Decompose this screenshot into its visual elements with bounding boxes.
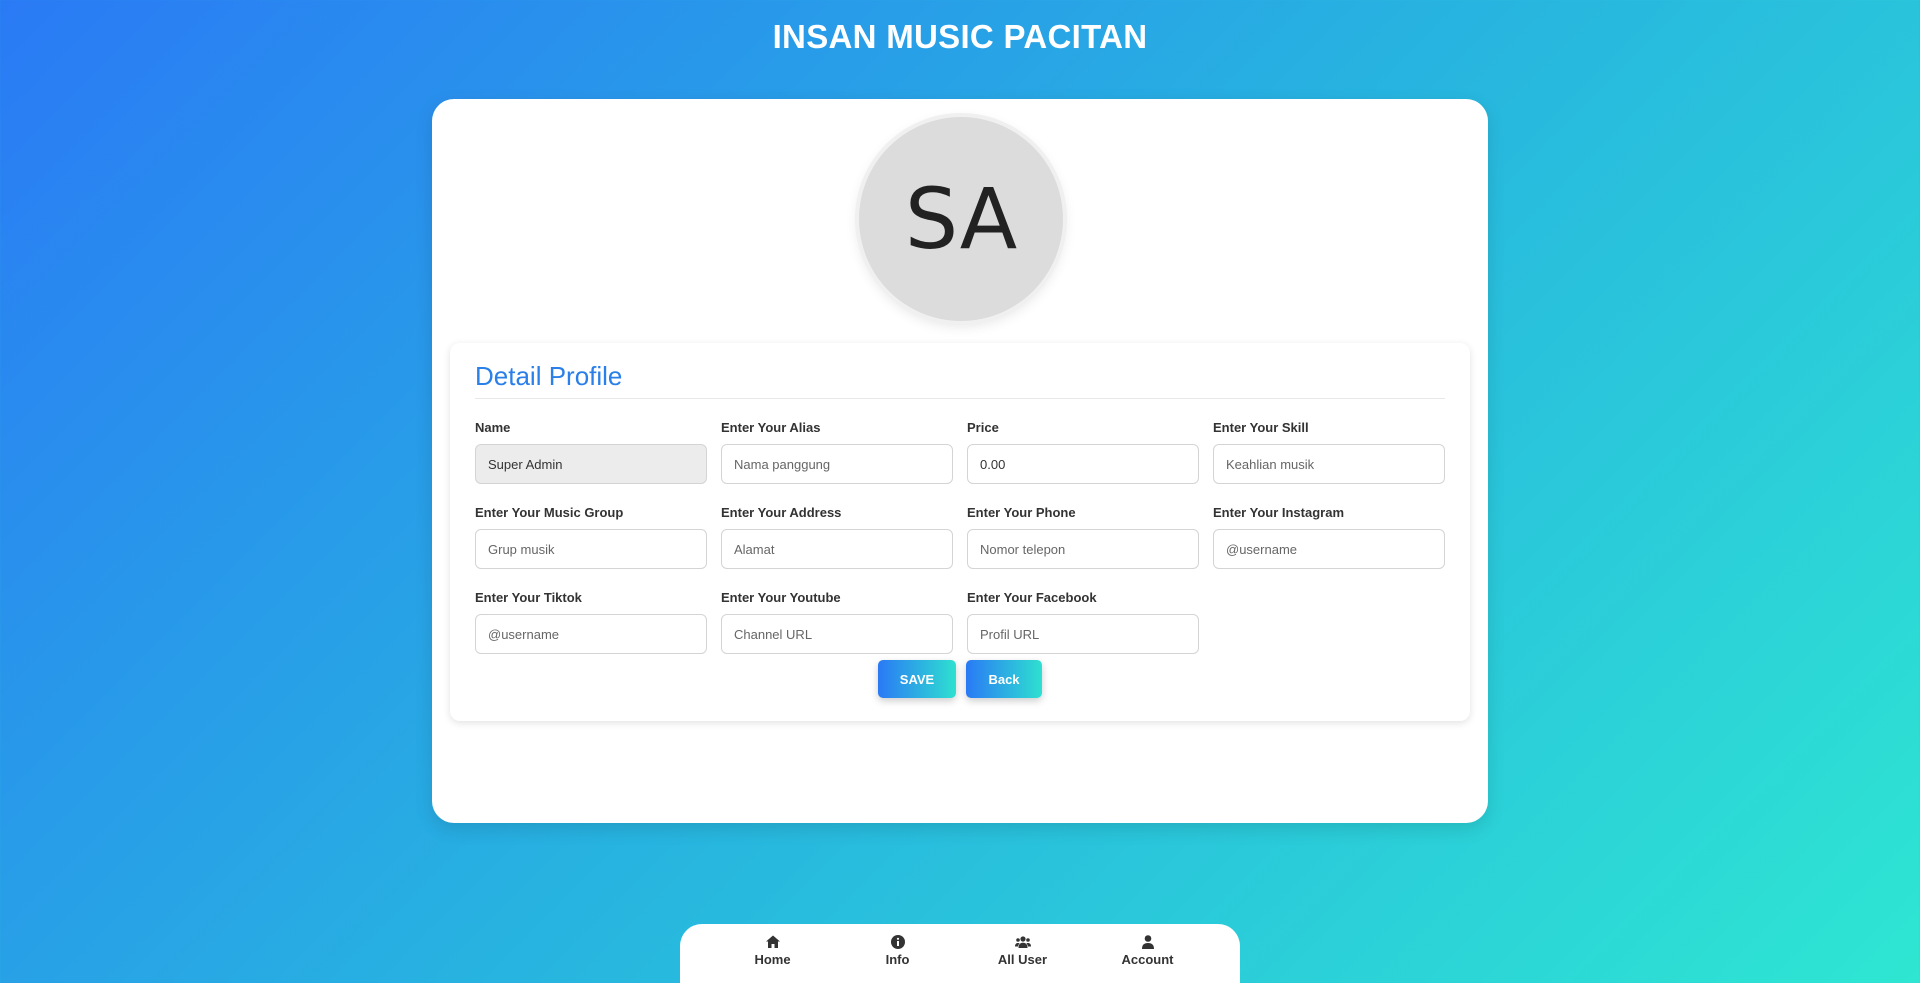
field-music-group: Enter Your Music Group bbox=[475, 505, 707, 569]
field-facebook: Enter Your Facebook bbox=[967, 590, 1199, 654]
field-label: Enter Your Alias bbox=[721, 420, 821, 435]
save-button[interactable]: SAVE bbox=[878, 660, 956, 698]
field-label: Enter Your Instagram bbox=[1213, 505, 1344, 520]
name-input[interactable] bbox=[475, 444, 707, 484]
field-label: Enter Your Facebook bbox=[967, 590, 1097, 605]
field-price: Price bbox=[967, 420, 1199, 484]
field-phone: Enter Your Phone bbox=[967, 505, 1199, 569]
address-input[interactable] bbox=[721, 529, 953, 569]
profile-card: SA Detail Profile Name Enter Your Alias … bbox=[432, 99, 1488, 823]
field-alias: Enter Your Alias bbox=[721, 420, 953, 484]
nav-label: Info bbox=[885, 952, 910, 967]
detail-profile-panel: Detail Profile Name Enter Your Alias Pri… bbox=[450, 343, 1470, 721]
phone-input[interactable] bbox=[967, 529, 1199, 569]
field-label: Enter Your Address bbox=[721, 505, 842, 520]
field-label: Name bbox=[475, 420, 511, 435]
profile-form: Name Enter Your Alias Price Enter Your S… bbox=[475, 420, 1445, 654]
youtube-input[interactable] bbox=[721, 614, 953, 654]
info-icon bbox=[890, 935, 905, 949]
divider bbox=[475, 398, 1445, 399]
user-icon bbox=[1141, 935, 1154, 949]
home-icon bbox=[765, 935, 780, 948]
users-icon bbox=[1014, 936, 1031, 948]
field-label: Enter Your Skill bbox=[1213, 420, 1309, 435]
field-label: Enter Your Phone bbox=[967, 505, 1076, 520]
field-label: Enter Your Music Group bbox=[475, 505, 624, 520]
nav-item-account[interactable]: Account bbox=[1093, 934, 1203, 967]
tiktok-input[interactable] bbox=[475, 614, 707, 654]
facebook-input[interactable] bbox=[967, 614, 1199, 654]
bottom-nav: Home Info All User Account bbox=[680, 924, 1240, 983]
field-youtube: Enter Your Youtube bbox=[721, 590, 953, 654]
nav-label: Home bbox=[754, 952, 791, 967]
section-title: Detail Profile bbox=[475, 361, 623, 391]
field-label: Enter Your Youtube bbox=[721, 590, 841, 605]
field-label: Price bbox=[967, 420, 999, 435]
form-actions: SAVE Back bbox=[450, 660, 1470, 698]
field-name: Name bbox=[475, 420, 707, 484]
nav-item-home[interactable]: Home bbox=[718, 934, 828, 967]
skill-input[interactable] bbox=[1213, 444, 1445, 484]
nav-item-info[interactable]: Info bbox=[843, 934, 953, 967]
app-title: INSAN MUSIC PACITAN bbox=[772, 18, 1148, 55]
avatar[interactable]: SA bbox=[859, 117, 1063, 321]
price-input[interactable] bbox=[967, 444, 1199, 484]
field-instagram: Enter Your Instagram bbox=[1213, 505, 1445, 569]
nav-label: Account bbox=[1121, 952, 1174, 967]
alias-input[interactable] bbox=[721, 444, 953, 484]
field-address: Enter Your Address bbox=[721, 505, 953, 569]
nav-item-all-user[interactable]: All User bbox=[968, 934, 1078, 967]
nav-label: All User bbox=[997, 952, 1048, 967]
back-button[interactable]: Back bbox=[966, 660, 1042, 698]
field-tiktok: Enter Your Tiktok bbox=[475, 590, 707, 654]
field-skill: Enter Your Skill bbox=[1213, 420, 1445, 484]
music-group-input[interactable] bbox=[475, 529, 707, 569]
instagram-input[interactable] bbox=[1213, 529, 1445, 569]
field-label: Enter Your Tiktok bbox=[475, 590, 582, 605]
